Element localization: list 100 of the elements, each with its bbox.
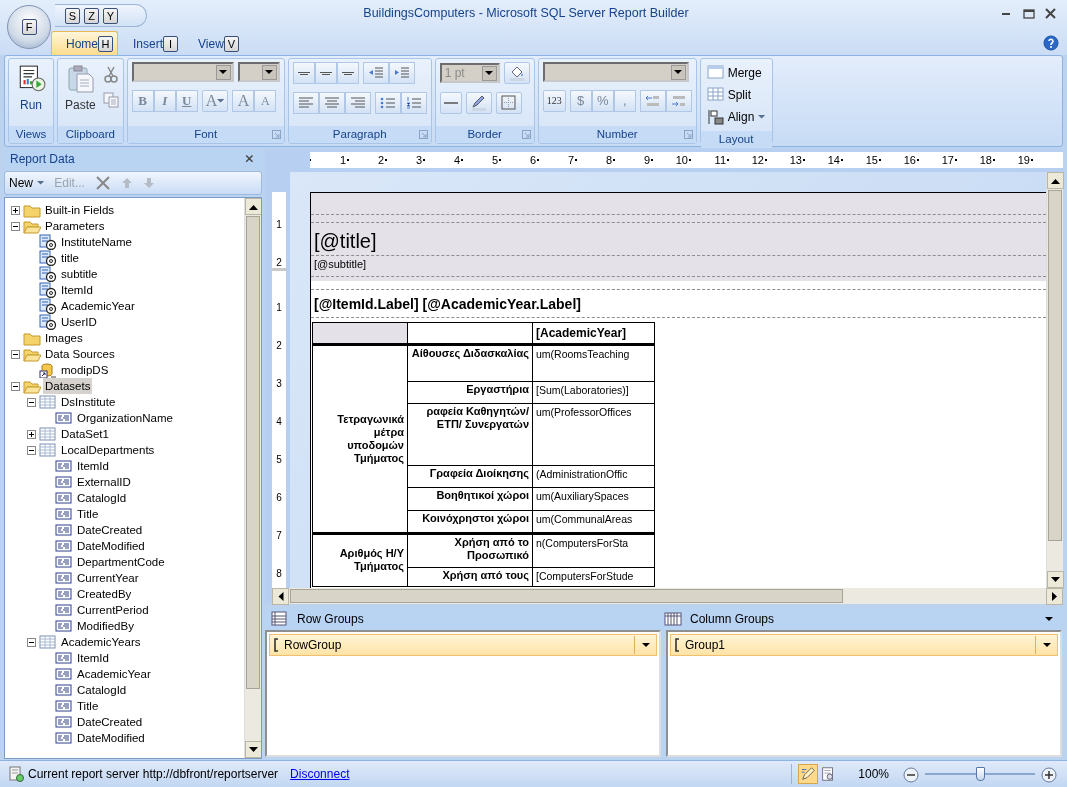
tree-item[interactable]: DsInstitute — [59, 394, 118, 410]
table-cell: ραφεία Καθηγητών/ ΕΤΠ/ Συνεργατών — [407, 403, 533, 466]
vertical-ruler: 1 2 1 2 3 4 5 6 7 8 — [272, 192, 286, 588]
group-label: Border — [467, 127, 502, 142]
fill-color-button[interactable] — [503, 62, 530, 84]
split-cells-button[interactable]: Split — [704, 84, 768, 106]
tree-item[interactable]: Built-in Fields — [43, 202, 117, 218]
tree-item[interactable]: Title — [75, 698, 101, 714]
keytip: V — [223, 36, 239, 52]
collapse-toggle[interactable] — [11, 349, 20, 359]
tree-item[interactable]: ExternalID — [75, 474, 133, 490]
delete-button[interactable] — [94, 175, 111, 191]
collapse-toggle[interactable] — [27, 445, 36, 455]
align-top-button[interactable] — [292, 62, 315, 84]
tree-item[interactable]: Title — [75, 506, 101, 522]
tree-item[interactable]: UserID — [59, 314, 99, 330]
collapse-toggle[interactable] — [11, 381, 20, 391]
font-size-combo[interactable] — [237, 62, 280, 82]
parameters-label: [@ItemId.Label] [@AcademicYear.Label] — [313, 295, 582, 314]
align-middle-button[interactable] — [314, 62, 337, 84]
tree-item[interactable]: AcademicYear — [75, 666, 153, 682]
bracket-icon — [273, 638, 280, 652]
table-cell: Εργαστήρια — [407, 381, 533, 404]
tree-item[interactable]: OrganizationName — [75, 410, 175, 426]
group-label: Clipboard — [65, 127, 115, 142]
expand-toggle[interactable] — [11, 205, 20, 215]
tree-item[interactable]: InstituteName — [59, 234, 134, 250]
group-item[interactable]: RowGroup — [269, 634, 657, 656]
tree-item[interactable]: Parameters — [43, 218, 107, 234]
align-left-button[interactable] — [292, 92, 319, 114]
table-cell: Βοηθητικοί χώροι — [407, 487, 533, 511]
font-name-combo[interactable] — [131, 62, 234, 82]
align-button[interactable]: Align — [704, 106, 768, 128]
align-bottom-button[interactable] — [336, 62, 359, 84]
tree-item[interactable]: ItemId — [75, 650, 111, 666]
line-style-button[interactable] — [439, 92, 462, 114]
group-item[interactable]: Group1 — [670, 634, 1058, 656]
ribbon-tab[interactable]: Insert I — [118, 31, 184, 55]
tree-item[interactable]: CurrentYear — [75, 570, 141, 586]
paint-bucket-icon — [507, 64, 526, 82]
tree-item[interactable]: DateCreated — [75, 714, 145, 730]
vertical-scrollbar[interactable] — [244, 198, 261, 758]
tree-item[interactable]: CatalogId — [75, 490, 129, 506]
field-icon — [55, 538, 73, 554]
tree-item[interactable]: ModifiedBy — [75, 618, 136, 634]
tree-item[interactable]: DateModified — [75, 730, 147, 746]
ribbon-tab[interactable]: View V — [183, 31, 244, 55]
placeholder-format-button[interactable]: 123 — [542, 90, 566, 112]
tree-item[interactable]: subtitle — [59, 266, 100, 282]
table-icon — [39, 394, 57, 410]
border-color-button[interactable] — [465, 92, 492, 114]
ribbon-tab[interactable]: Home H — [51, 31, 118, 55]
slider-thumb[interactable] — [976, 767, 985, 781]
merge-cells-button[interactable]: Merge — [704, 62, 768, 84]
dropdown-arrow-icon — [263, 67, 276, 77]
zoom-slider[interactable] — [925, 766, 1035, 782]
group-label: Layout — [718, 132, 754, 147]
dropdown-arrow-icon — [483, 68, 496, 78]
tree-item[interactable]: Datasets — [43, 378, 93, 394]
number-format-combo[interactable] — [542, 62, 689, 82]
paste-button[interactable]: Paste — [62, 62, 99, 123]
folder-icon — [23, 202, 41, 218]
vertical-scrollbar[interactable] — [1046, 172, 1063, 588]
tree-item[interactable]: Images — [43, 330, 85, 346]
numbered-list-button[interactable] — [400, 92, 427, 114]
tree-item[interactable]: CurrentPeriod — [75, 602, 151, 618]
design-view-button[interactable] — [798, 764, 819, 784]
horizontal-scrollbar[interactable] — [272, 588, 1063, 604]
field-icon — [55, 586, 73, 602]
tree-item[interactable]: AcademicYears — [59, 634, 143, 650]
down-arrow-icon — [142, 176, 155, 190]
application-button[interactable]: F — [7, 5, 51, 49]
tree-item[interactable]: ItemId — [75, 458, 111, 474]
tree-item[interactable]: DataSet1 — [59, 426, 111, 442]
keytip: Z — [84, 7, 99, 24]
tree-item[interactable]: DateCreated — [75, 522, 145, 538]
tree-item[interactable]: ItemId — [59, 282, 95, 298]
new-button[interactable]: New — [9, 174, 45, 192]
tree-item[interactable]: CreatedBy — [75, 586, 134, 602]
tree-item[interactable]: CatalogId — [75, 682, 129, 698]
align-center-button[interactable] — [318, 92, 345, 114]
tree-item[interactable]: DateModified — [75, 538, 147, 554]
tree-item[interactable]: DepartmentCode — [75, 554, 167, 570]
align-right-button[interactable] — [344, 92, 371, 114]
tree-item[interactable]: title — [59, 250, 81, 266]
disconnect-link[interactable]: Disconnect — [290, 765, 350, 783]
zoom-in-button[interactable] — [1039, 764, 1059, 784]
collapse-toggle[interactable] — [27, 637, 36, 647]
table-icon — [39, 426, 57, 442]
run-button[interactable]: Run — [13, 62, 49, 123]
expand-toggle[interactable] — [27, 429, 36, 439]
tree-item[interactable]: LocalDepartments — [59, 442, 157, 458]
tree-item[interactable]: modipDS — [59, 362, 111, 378]
increase-indent-button[interactable] — [388, 62, 415, 84]
bullet-list-button[interactable] — [374, 92, 401, 114]
tree-item[interactable]: AcademicYear — [59, 298, 137, 314]
collapse-toggle[interactable] — [11, 221, 20, 231]
zoom-out-button[interactable] — [901, 764, 921, 784]
collapse-toggle[interactable] — [27, 397, 36, 407]
tree-item[interactable]: Data Sources — [43, 346, 117, 362]
